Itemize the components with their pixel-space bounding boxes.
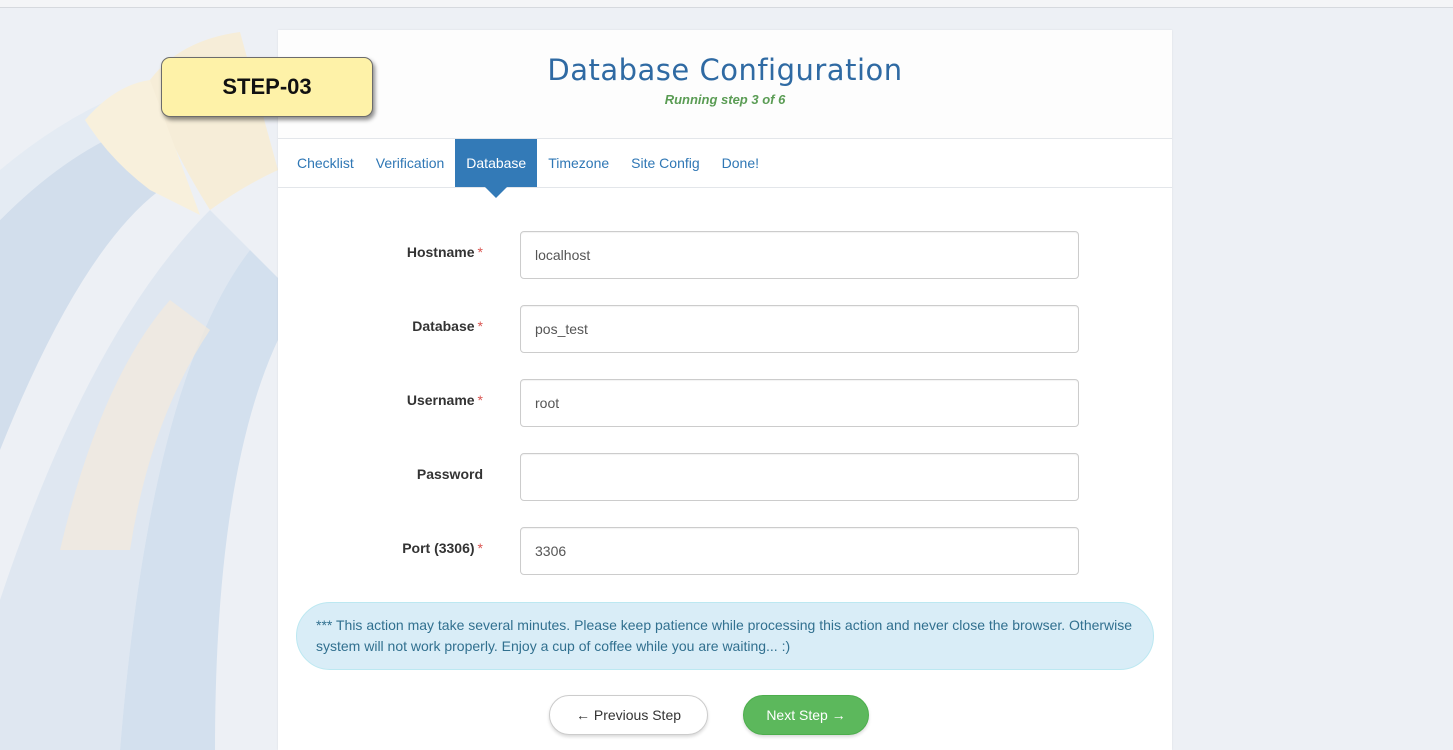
page-title: Database Configuration — [547, 53, 903, 87]
tab-verification[interactable]: Verification — [365, 139, 455, 187]
port-label-text: Port (3306) — [402, 540, 475, 556]
required-mark: * — [477, 318, 483, 334]
database-row: Database * — [278, 305, 1172, 353]
hostname-row: Hostname * — [278, 231, 1172, 279]
username-label: Username * — [407, 392, 483, 408]
tab-done[interactable]: Done! — [711, 139, 770, 187]
tab-timezone[interactable]: Timezone — [537, 139, 620, 187]
database-input[interactable] — [520, 305, 1079, 353]
database-label-text: Database — [412, 318, 475, 334]
password-row: Password — [278, 453, 1172, 501]
tab-site-config[interactable]: Site Config — [620, 139, 710, 187]
hostname-input[interactable] — [520, 231, 1079, 279]
previous-step-button[interactable]: ← Previous Step — [549, 695, 708, 735]
username-label-text: Username — [406, 392, 475, 408]
port-label: Port (3306) * — [402, 540, 483, 556]
tab-checklist[interactable]: Checklist — [286, 139, 365, 187]
required-mark: * — [477, 540, 483, 556]
hostname-label-text: Hostname — [406, 244, 475, 260]
tab-database[interactable]: Database — [455, 139, 538, 198]
username-row: Username * — [278, 379, 1172, 427]
step-tabs: Checklist Verification Database Timezone… — [278, 139, 1172, 198]
password-label-text: Password — [416, 466, 483, 482]
processing-notice: *** This action may take several minutes… — [296, 602, 1154, 670]
hostname-label: Hostname * — [407, 244, 483, 260]
required-mark: * — [477, 392, 483, 408]
password-label: Password — [417, 466, 483, 482]
port-input[interactable] — [520, 527, 1079, 575]
password-input[interactable] — [520, 453, 1079, 501]
step-progress-text: Running step 3 of 6 — [664, 92, 786, 107]
step-badge: STEP-03 — [161, 57, 373, 117]
installer-card: Database Configuration Running step 3 of… — [278, 30, 1172, 750]
username-input[interactable] — [520, 379, 1079, 427]
port-row: Port (3306) * — [278, 527, 1172, 575]
next-step-button[interactable]: Next Step → — [743, 695, 869, 735]
required-mark: * — [477, 244, 483, 260]
card-header: Database Configuration Running step 3 of… — [278, 30, 1172, 139]
database-label: Database * — [412, 318, 483, 334]
